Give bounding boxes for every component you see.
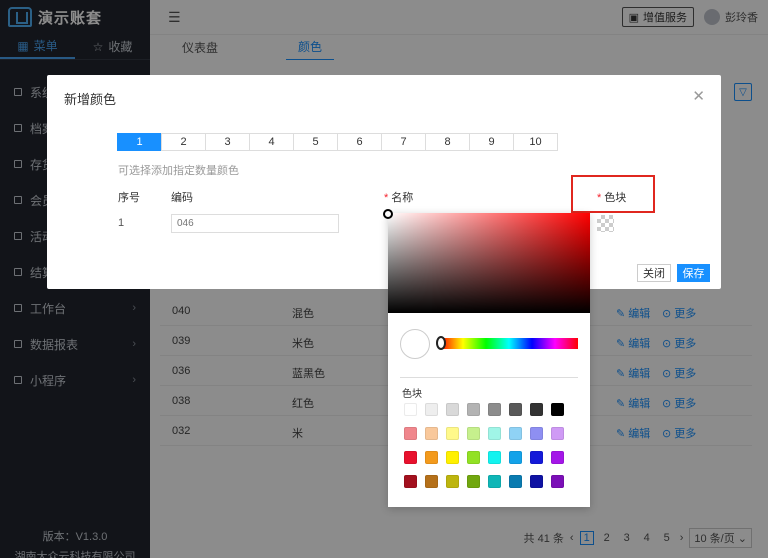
color-swatch[interactable] xyxy=(509,475,522,488)
quantity-option[interactable]: 7 xyxy=(381,133,426,151)
color-swatch[interactable] xyxy=(488,427,501,440)
swatch-row xyxy=(404,403,584,416)
color-picker: 色块 xyxy=(383,209,590,507)
color-swatch[interactable] xyxy=(467,403,480,416)
dialog-title: 新增颜色 xyxy=(64,92,117,107)
color-swatch-trigger[interactable] xyxy=(597,215,614,232)
color-swatch[interactable] xyxy=(551,451,564,464)
saturation-value-panel[interactable] xyxy=(383,209,590,313)
color-swatch[interactable] xyxy=(509,427,522,440)
color-swatch[interactable] xyxy=(467,427,480,440)
color-swatch[interactable] xyxy=(446,475,459,488)
add-color-dialog: 新增颜色 ✕ 1 2 3 4 5 6 7 8 9 10 可选择添加指定数量颜色 … xyxy=(47,75,721,289)
hue-slider[interactable] xyxy=(440,338,578,349)
quantity-option[interactable]: 9 xyxy=(469,133,514,151)
color-swatch[interactable] xyxy=(551,403,564,416)
color-swatch[interactable] xyxy=(530,475,543,488)
color-preview xyxy=(400,329,430,359)
color-swatch[interactable] xyxy=(488,403,501,416)
quantity-option[interactable]: 6 xyxy=(337,133,382,151)
column-header-name: * 名称 xyxy=(384,189,413,205)
quantity-option[interactable]: 3 xyxy=(205,133,250,151)
color-swatch[interactable] xyxy=(446,451,459,464)
row-number: 1 xyxy=(118,217,125,229)
saturation-cursor[interactable] xyxy=(383,209,393,219)
column-header-no: 序号 xyxy=(118,192,140,204)
color-swatch[interactable] xyxy=(425,451,438,464)
color-swatch[interactable] xyxy=(509,403,522,416)
swatch-row xyxy=(404,427,584,440)
hue-slider-thumb[interactable] xyxy=(436,336,446,350)
color-swatch[interactable] xyxy=(551,427,564,440)
color-swatch[interactable] xyxy=(530,451,543,464)
color-swatch[interactable] xyxy=(446,427,459,440)
swatch-row xyxy=(404,451,584,464)
column-header-name-label: 名称 xyxy=(391,192,414,204)
color-swatch[interactable] xyxy=(446,403,459,416)
color-swatch[interactable] xyxy=(404,451,417,464)
color-swatch[interactable] xyxy=(530,427,543,440)
column-header-code: 编码 xyxy=(171,192,193,204)
swatch-row xyxy=(404,475,584,488)
quantity-option[interactable]: 10 xyxy=(513,133,558,151)
picker-divider xyxy=(400,377,578,378)
quantity-option[interactable]: 5 xyxy=(293,133,338,151)
close-icon[interactable]: ✕ xyxy=(692,87,705,105)
preset-swatches xyxy=(404,403,584,499)
color-swatch[interactable] xyxy=(425,403,438,416)
color-swatch[interactable] xyxy=(425,427,438,440)
quantity-option[interactable]: 8 xyxy=(425,133,470,151)
color-swatch[interactable] xyxy=(488,475,501,488)
color-swatch[interactable] xyxy=(509,451,522,464)
quantity-selector: 1 2 3 4 5 6 7 8 9 10 xyxy=(117,133,558,151)
color-swatch[interactable] xyxy=(551,475,564,488)
color-swatch[interactable] xyxy=(404,427,417,440)
required-mark: * xyxy=(384,192,389,204)
color-swatch[interactable] xyxy=(425,475,438,488)
close-button[interactable]: 关闭 xyxy=(637,264,671,282)
save-button[interactable]: 保存 xyxy=(677,264,710,282)
swatch-label: 色块 xyxy=(402,389,422,400)
quantity-option[interactable]: 2 xyxy=(161,133,206,151)
color-swatch[interactable] xyxy=(488,451,501,464)
color-swatch[interactable] xyxy=(404,475,417,488)
code-input[interactable] xyxy=(171,214,339,233)
quantity-hint: 可选择添加指定数量颜色 xyxy=(118,165,239,177)
color-swatch[interactable] xyxy=(404,403,417,416)
color-swatch[interactable] xyxy=(530,403,543,416)
highlight-box xyxy=(571,175,655,213)
color-swatch[interactable] xyxy=(467,451,480,464)
quantity-option[interactable]: 4 xyxy=(249,133,294,151)
quantity-option[interactable]: 1 xyxy=(117,133,162,151)
color-swatch[interactable] xyxy=(467,475,480,488)
